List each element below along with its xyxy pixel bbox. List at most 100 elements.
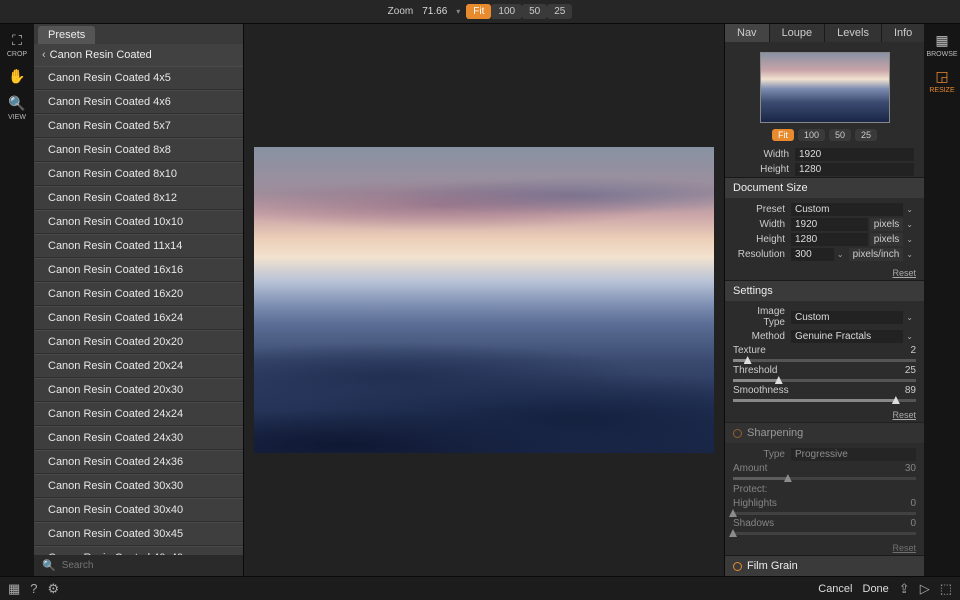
tool-hand[interactable]: ✋ xyxy=(3,68,31,85)
tool-resize[interactable]: ◲RESIZE xyxy=(928,68,956,94)
zoom-50-button[interactable]: 50 xyxy=(522,4,547,19)
tool-browse[interactable]: ▦BROWSE xyxy=(928,32,956,58)
nav-zoom-25[interactable]: 25 xyxy=(855,129,877,141)
gear-icon[interactable]: ⚙ xyxy=(48,581,60,597)
width-label: Width xyxy=(735,149,795,160)
sharpening-header[interactable]: Sharpening xyxy=(725,423,924,443)
shadows-slider[interactable]: Shadows0 xyxy=(733,517,916,537)
bracket-icon[interactable]: ⬚ xyxy=(940,581,952,597)
chevron-down-icon[interactable]: ⌄ xyxy=(903,235,916,244)
height-value[interactable]: 1280 xyxy=(795,163,914,176)
preset-item[interactable]: Canon Resin Coated 11x14 xyxy=(34,234,243,258)
share-icon[interactable]: ⇪ xyxy=(899,581,910,597)
doc-preset[interactable]: Custom xyxy=(791,203,903,216)
preset-item[interactable]: Canon Resin Coated 24x36 xyxy=(34,450,243,474)
preset-item[interactable]: Canon Resin Coated 24x30 xyxy=(34,426,243,450)
preset-item[interactable]: Canon Resin Coated 20x24 xyxy=(34,354,243,378)
back-icon[interactable]: ‹ xyxy=(42,49,46,61)
cancel-button[interactable]: Cancel xyxy=(818,583,852,595)
hand-icon: ✋ xyxy=(8,68,25,85)
navigator-thumbnail[interactable] xyxy=(760,52,890,123)
document-size-header[interactable]: Document Size xyxy=(725,178,924,198)
height-label: Height xyxy=(735,164,795,175)
preset-search-input[interactable] xyxy=(62,560,235,571)
preset-item[interactable]: Canon Resin Coated 16x16 xyxy=(34,258,243,282)
chevron-down-icon[interactable]: ⌄ xyxy=(903,220,916,229)
photo-preview xyxy=(254,147,714,453)
doc-height-unit[interactable]: pixels xyxy=(870,233,904,246)
image-type[interactable]: Custom xyxy=(791,311,903,324)
zoom-fit-button[interactable]: Fit xyxy=(466,4,491,19)
preset-item[interactable]: Canon Resin Coated 20x20 xyxy=(34,330,243,354)
tab-levels[interactable]: Levels xyxy=(825,24,882,42)
view-icon: 🔍 xyxy=(8,95,25,112)
chevron-down-icon[interactable]: ⌄ xyxy=(903,205,916,214)
preset-item[interactable]: Canon Resin Coated 20x30 xyxy=(34,378,243,402)
zoom-dropdown-icon[interactable]: ▾ xyxy=(456,7,460,16)
highlights-slider[interactable]: Highlights0 xyxy=(733,497,916,517)
threshold-slider[interactable]: Threshold25 xyxy=(733,364,916,384)
nav-zoom-50[interactable]: 50 xyxy=(829,129,851,141)
preset-item[interactable]: Canon Resin Coated 40x40 xyxy=(34,546,243,555)
smoothness-slider[interactable]: Smoothness89 xyxy=(733,384,916,404)
width-value[interactable]: 1920 xyxy=(795,148,914,161)
preset-item[interactable]: Canon Resin Coated 8x10 xyxy=(34,162,243,186)
doc-res-unit[interactable]: pixels/inch xyxy=(849,248,904,261)
preset-group-header[interactable]: ‹ Canon Resin Coated xyxy=(34,44,243,66)
grid-icon[interactable]: ▦ xyxy=(8,581,20,597)
filmgrain-header[interactable]: Film Grain xyxy=(725,556,924,576)
tool-view[interactable]: 🔍VIEW xyxy=(3,95,31,121)
doc-width[interactable]: 1920 xyxy=(791,218,868,231)
browse-icon: ▦ xyxy=(935,32,948,49)
method[interactable]: Genuine Fractals xyxy=(791,330,903,343)
zoom-100-button[interactable]: 100 xyxy=(491,4,522,19)
protect-label: Protect: xyxy=(733,482,916,497)
done-button[interactable]: Done xyxy=(863,583,889,595)
chevron-down-icon[interactable]: ⌄ xyxy=(903,332,916,341)
preset-item[interactable]: Canon Resin Coated 30x30 xyxy=(34,474,243,498)
sharpening-type[interactable]: Progressive xyxy=(791,448,916,461)
preset-item[interactable]: Canon Resin Coated 10x10 xyxy=(34,210,243,234)
tab-info[interactable]: Info xyxy=(882,24,924,42)
preset-item[interactable]: Canon Resin Coated 8x12 xyxy=(34,186,243,210)
preset-item[interactable]: Canon Resin Coated 4x6 xyxy=(34,90,243,114)
tool-crop[interactable]: ⛶CROP xyxy=(3,32,31,58)
preset-item[interactable]: Canon Resin Coated 16x24 xyxy=(34,306,243,330)
zoom-label: Zoom xyxy=(388,6,414,17)
presets-tab[interactable]: Presets xyxy=(38,26,95,44)
sharpening-reset[interactable]: Reset xyxy=(725,541,924,555)
chevron-down-icon[interactable]: ⌄ xyxy=(903,250,916,259)
toggle-ring-icon[interactable] xyxy=(733,562,742,571)
tab-nav[interactable]: Nav xyxy=(725,24,770,42)
preset-item[interactable]: Canon Resin Coated 4x5 xyxy=(34,66,243,90)
tab-loupe[interactable]: Loupe xyxy=(770,24,826,42)
crop-icon: ⛶ xyxy=(12,32,22,49)
amount-slider[interactable]: Amount30 xyxy=(733,462,916,482)
doc-resolution[interactable]: 300 xyxy=(791,248,834,261)
search-icon: 🔍 xyxy=(42,559,56,572)
preset-item[interactable]: Canon Resin Coated 16x20 xyxy=(34,282,243,306)
chevron-down-icon[interactable]: ⌄ xyxy=(834,250,847,259)
preset-list[interactable]: Canon Resin Coated 4x5Canon Resin Coated… xyxy=(34,66,243,555)
next-icon[interactable]: ▷ xyxy=(920,581,930,597)
canvas[interactable] xyxy=(244,24,724,576)
preset-item[interactable]: Canon Resin Coated 30x45 xyxy=(34,522,243,546)
doc-width-unit[interactable]: pixels xyxy=(870,218,904,231)
preset-item[interactable]: Canon Resin Coated 5x7 xyxy=(34,114,243,138)
nav-zoom-100[interactable]: 100 xyxy=(798,129,825,141)
zoom-25-button[interactable]: 25 xyxy=(547,4,572,19)
chevron-down-icon[interactable]: ⌄ xyxy=(903,313,916,322)
preset-group-label: Canon Resin Coated xyxy=(50,49,152,61)
settings-header[interactable]: Settings xyxy=(725,281,924,301)
texture-slider[interactable]: Texture2 xyxy=(733,344,916,364)
help-icon[interactable]: ? xyxy=(30,581,37,596)
docsize-reset[interactable]: Reset xyxy=(725,266,924,280)
resize-icon: ◲ xyxy=(935,68,948,85)
toggle-ring-icon[interactable] xyxy=(733,429,742,438)
doc-height[interactable]: 1280 xyxy=(791,233,868,246)
preset-item[interactable]: Canon Resin Coated 8x8 xyxy=(34,138,243,162)
settings-reset[interactable]: Reset xyxy=(725,408,924,422)
preset-item[interactable]: Canon Resin Coated 24x24 xyxy=(34,402,243,426)
preset-item[interactable]: Canon Resin Coated 30x40 xyxy=(34,498,243,522)
nav-zoom-fit[interactable]: Fit xyxy=(772,129,794,141)
